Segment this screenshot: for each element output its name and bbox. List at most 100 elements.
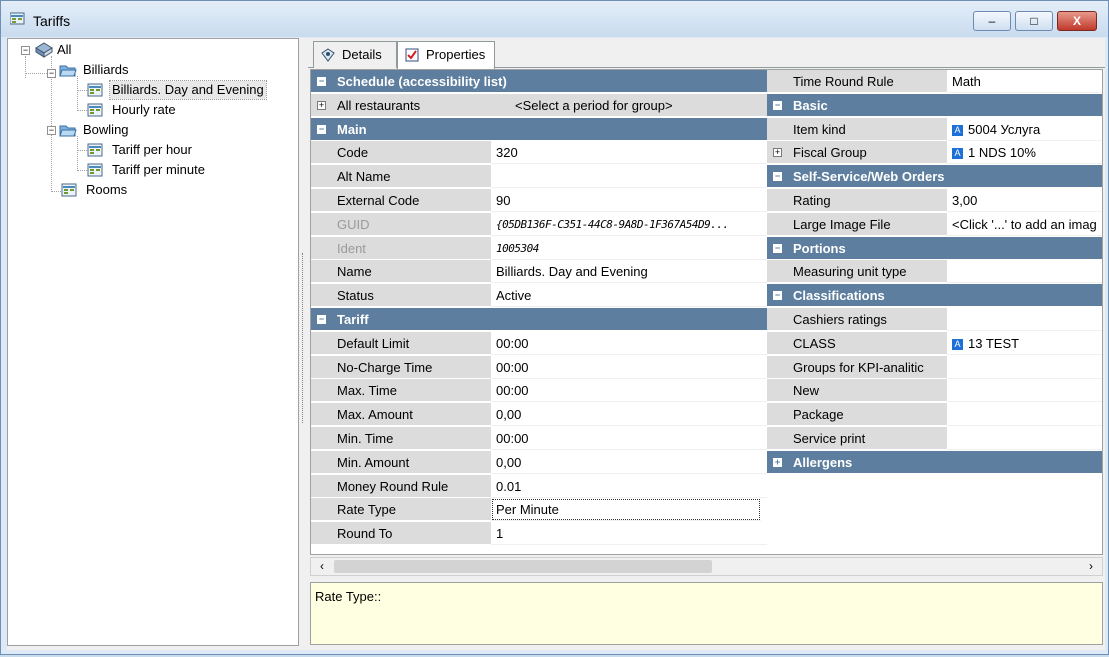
section-header[interactable]: − Tariff [311,307,767,331]
property-row[interactable]: + All restaurants <Select a period for gr… [311,93,767,118]
collapse-all-toggle[interactable]: − [21,46,30,55]
property-value[interactable] [947,426,1102,450]
splitter-grip[interactable] [302,253,305,423]
section-header[interactable]: − Portions [767,236,1102,260]
title-bar[interactable]: Tariffs – □ X [1,1,1108,37]
section-classifications[interactable]: − Classifications [767,284,1102,308]
property-row[interactable]: Max. Amount 0,00 [311,403,767,427]
collapse-icon[interactable]: − [773,243,782,253]
property-value[interactable]: 320 [491,141,767,165]
minimize-button[interactable]: – [973,11,1011,31]
property-row[interactable]: New [767,379,1102,403]
tree-node-tariff-per-minute[interactable]: Tariff per minute [112,161,205,179]
collapse-icon[interactable]: − [773,100,782,110]
maximize-button[interactable]: □ [1015,11,1053,31]
section-header[interactable]: − Main [311,117,767,141]
property-row[interactable]: No-Charge Time 00:00 [311,355,767,380]
property-row[interactable]: Item kind A 5004 Услуга [767,117,1102,142]
collapse-icon[interactable]: − [773,291,782,301]
property-value[interactable]: 00:00 [491,379,767,403]
property-row[interactable]: Name Billiards. Day and Evening [311,260,767,284]
tree-node-rooms[interactable]: Rooms [86,181,127,199]
tree-node-bowling[interactable]: Bowling [83,121,129,139]
property-value[interactable]: Active [491,284,767,308]
property-value[interactable]: 0,00 [491,450,767,474]
property-row[interactable]: External Code 90 [311,188,767,213]
property-value[interactable]: Billiards. Day and Evening [491,260,767,284]
property-value[interactable]: 0.01 [491,474,767,498]
property-value[interactable] [947,260,1102,284]
tab-properties[interactable]: Properties [397,41,495,69]
property-value[interactable] [947,379,1102,403]
expand-icon[interactable]: + [773,457,782,467]
collapse-bowling-toggle[interactable]: − [47,126,56,135]
property-row[interactable]: Max. Time 00:00 [311,379,767,403]
collapse-billiards-toggle[interactable]: − [47,69,56,78]
section-header[interactable]: − Basic [767,93,1102,117]
section-header[interactable]: + Allergens [767,450,1102,474]
rate-type-field[interactable]: Per Minute [491,498,761,522]
property-value[interactable] [947,403,1102,427]
property-value[interactable]: 00:00 [491,355,767,379]
section-main[interactable]: − Main [311,117,767,142]
property-row[interactable]: GUID {05DB136F-C351-44C8-9A8D-1F367A54D9.… [311,212,767,237]
property-row[interactable]: Service print [767,426,1102,451]
tree-node-all[interactable]: All [57,41,71,59]
tree-node-billiards[interactable]: Billiards [83,61,129,79]
property-row[interactable]: Rating 3,00 [767,188,1102,213]
property-row[interactable]: Measuring unit type [767,260,1102,284]
scrollbar-thumb[interactable] [334,560,712,573]
property-value[interactable]: 90 [491,188,767,212]
section-portions[interactable]: − Portions [767,236,1102,261]
property-row[interactable]: Default Limit 00:00 [311,331,767,356]
property-value[interactable]: <Select a period for group> [491,94,767,117]
section-self-service[interactable]: − Self-Service/Web Orders [767,165,1102,189]
property-row[interactable]: Round To 1 [311,522,767,546]
property-value[interactable]: A 1 NDS 10% [947,141,1102,165]
expand-icon[interactable]: + [317,100,326,110]
panel-splitter[interactable] [299,38,307,646]
property-row[interactable]: Min. Amount 0,00 [311,450,767,475]
property-value[interactable] [947,307,1102,331]
tariff-tree[interactable]: − All − Billiards Billiards. Day and Eve… [7,38,299,646]
property-value[interactable]: A 5004 Услуга [947,117,1102,141]
property-row[interactable]: Min. Time 00:00 [311,426,767,451]
property-value[interactable]: Math [947,70,1102,93]
scroll-left-icon[interactable]: ‹ [313,558,331,575]
section-schedule[interactable]: − Schedule (accessibility list) [311,70,767,94]
property-row[interactable]: Cashiers ratings [767,307,1102,332]
property-value[interactable]: 0,00 [491,403,767,427]
collapse-icon[interactable]: − [317,124,326,134]
property-row[interactable]: Package [767,403,1102,427]
property-row[interactable]: Ident 1005304 [311,236,767,261]
property-value[interactable]: 00:00 [491,331,767,355]
property-value[interactable]: {05DB136F-C351-44C8-9A8D-1F367A54D9... [491,212,767,236]
tree-node-billiards-day-evening[interactable]: Billiards. Day and Evening [109,80,267,100]
property-value[interactable]: 00:00 [491,426,767,450]
property-row[interactable]: Groups for KPI-analitic [767,355,1102,380]
property-value[interactable]: 1 [491,522,767,546]
property-row[interactable]: Alt Name [311,165,767,189]
property-row[interactable]: Code 320 [311,141,767,165]
property-row[interactable]: Large Image File <Click '...' to add an i… [767,212,1102,237]
scroll-right-icon[interactable]: › [1082,558,1100,575]
property-row[interactable]: Rate Type Per Minute [311,498,767,522]
tree-node-tariff-per-hour[interactable]: Tariff per hour [112,141,192,159]
section-basic[interactable]: − Basic [767,93,1102,118]
property-value[interactable]: 1005304 [491,236,767,260]
collapse-icon[interactable]: − [773,172,782,182]
property-row[interactable]: Money Round Rule 0.01 [311,474,767,499]
section-header[interactable]: − Self-Service/Web Orders [767,165,1102,189]
section-allergens[interactable]: + Allergens [767,450,1102,475]
section-header[interactable]: − Schedule (accessibility list) [311,70,767,93]
property-row[interactable]: CLASS A 13 TEST [767,331,1102,356]
property-row[interactable]: Time Round Rule Math [767,70,1102,94]
expand-icon[interactable]: + [773,148,782,158]
property-value[interactable]: A 13 TEST [947,331,1102,355]
property-grid[interactable]: − Schedule (accessibility list) + All rest… [310,69,1103,555]
tab-details[interactable]: Details [313,41,397,68]
horizontal-scrollbar[interactable]: ‹ › [310,557,1103,576]
section-header[interactable]: − Classifications [767,284,1102,308]
collapse-icon[interactable]: − [317,314,326,324]
property-row[interactable]: + Fiscal Group A 1 NDS 10% [767,141,1102,165]
